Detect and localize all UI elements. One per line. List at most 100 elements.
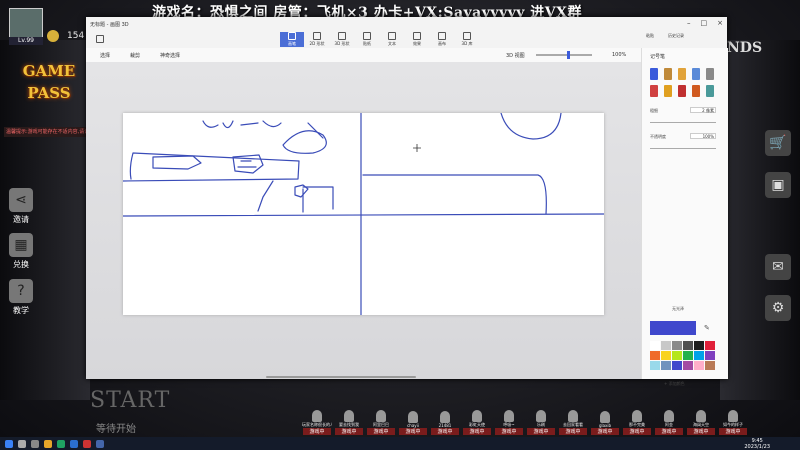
color-swatch[interactable] bbox=[650, 351, 660, 360]
player-silhouette-icon bbox=[728, 410, 738, 422]
tutorial-button[interactable]: ? bbox=[9, 279, 33, 303]
paint-3d-icon[interactable] bbox=[96, 439, 104, 448]
explorer-icon[interactable] bbox=[44, 439, 52, 448]
tab-brushes[interactable]: 画笔 bbox=[280, 32, 304, 47]
pen-brush-icon[interactable] bbox=[664, 68, 672, 80]
magic-select-tool[interactable]: 神奇选择 bbox=[160, 52, 180, 59]
color-swatch[interactable] bbox=[705, 361, 715, 370]
crop-tool[interactable]: 裁剪 bbox=[130, 52, 140, 59]
sticker-icon bbox=[363, 32, 371, 40]
color-swatch[interactable] bbox=[661, 341, 671, 350]
settings-button[interactable]: ⚙ bbox=[765, 295, 791, 321]
player-status: 游戏中 bbox=[559, 428, 587, 435]
pencil-icon[interactable] bbox=[650, 85, 658, 97]
zoom-slider-thumb[interactable] bbox=[567, 51, 570, 59]
thickness-slider[interactable] bbox=[650, 122, 716, 123]
eraser-icon[interactable] bbox=[692, 85, 700, 97]
history-button[interactable]: 历史记录 bbox=[668, 33, 684, 39]
tab-effects[interactable]: 效果 bbox=[405, 32, 429, 47]
player-slot[interactable]: 海阔天空 游戏中 bbox=[686, 405, 716, 435]
maximize-icon[interactable]: □ bbox=[701, 19, 708, 27]
player-slot[interactable]: 玩家名称很长的人 游戏中 bbox=[302, 405, 332, 435]
card-icon: ▣ bbox=[771, 177, 785, 193]
player-slot[interactable]: 如今的样子 游戏中 bbox=[718, 405, 748, 435]
player-slot[interactable]: 21481 游戏中 bbox=[430, 405, 460, 435]
color-swatch[interactable] bbox=[694, 361, 704, 370]
color-swatch[interactable] bbox=[705, 341, 715, 350]
app-icon[interactable] bbox=[70, 439, 78, 448]
oil-brush-icon[interactable] bbox=[678, 68, 686, 80]
color-swatch[interactable] bbox=[650, 361, 660, 370]
chrome-icon[interactable] bbox=[57, 439, 65, 448]
game-pass-logo[interactable]: GAME PASS bbox=[16, 60, 82, 120]
player-slot[interactable]: chayii 游戏中 bbox=[398, 405, 428, 435]
close-icon[interactable]: × bbox=[717, 19, 723, 27]
color-swatch[interactable] bbox=[650, 341, 660, 350]
tab-2d-shapes[interactable]: 2D 形状 bbox=[305, 32, 329, 47]
player-slot[interactable]: 去回家看看 游戏中 bbox=[558, 405, 588, 435]
player-slot[interactable]: 要去找到我 游戏中 bbox=[334, 405, 364, 435]
color-swatch[interactable] bbox=[683, 361, 693, 370]
tab-stickers[interactable]: 贴纸 bbox=[355, 32, 379, 47]
opacity-slider[interactable] bbox=[650, 148, 716, 149]
color-swatch[interactable] bbox=[683, 351, 693, 360]
player-slot[interactable]: 阿里巴巴 游戏中 bbox=[366, 405, 396, 435]
drawing-canvas[interactable] bbox=[122, 112, 605, 316]
player-slot[interactable]: 彩虹天使 游戏中 bbox=[462, 405, 492, 435]
start-menu-icon[interactable] bbox=[5, 439, 13, 448]
color-swatch[interactable] bbox=[694, 341, 704, 350]
opacity-value[interactable]: 100% bbox=[690, 133, 716, 139]
add-color-button[interactable]: + 添加颜色 bbox=[664, 381, 685, 387]
player-status: 游戏中 bbox=[591, 428, 619, 435]
crayon-icon[interactable] bbox=[664, 85, 672, 97]
app-icon[interactable] bbox=[83, 439, 91, 448]
player-slot[interactable]: 那不完美 游戏中 bbox=[622, 405, 652, 435]
system-clock[interactable]: 9:45 2023/1/23 bbox=[744, 438, 770, 450]
menu-button[interactable] bbox=[88, 32, 112, 47]
redeem-button[interactable]: ▦ bbox=[9, 233, 33, 257]
fill-icon[interactable] bbox=[706, 85, 714, 97]
window-titlebar[interactable]: 无标题 - 画图 3D – □ × bbox=[86, 17, 727, 31]
color-swatch[interactable] bbox=[661, 361, 671, 370]
color-swatch[interactable] bbox=[705, 351, 715, 360]
redeem-label: 兑换 bbox=[13, 260, 29, 269]
tab-canvas[interactable]: 画布 bbox=[430, 32, 454, 47]
eyedropper-icon[interactable]: ✎ bbox=[704, 324, 710, 332]
card-button[interactable]: ▣ bbox=[765, 172, 791, 198]
zoom-slider[interactable] bbox=[536, 54, 592, 56]
spray-icon[interactable] bbox=[678, 85, 686, 97]
cart-icon: 🛒 bbox=[769, 135, 787, 151]
player-avatar[interactable] bbox=[9, 8, 43, 40]
tab-label: 2D 形状 bbox=[309, 41, 325, 46]
task-view-icon[interactable] bbox=[31, 439, 39, 448]
brush-side-panel: 记号笔 粗细 2 像素 不透明度 100% 无光泽 ✎ + 添加颜色 bbox=[641, 48, 728, 386]
view-3d-toggle[interactable]: 3D 视图 bbox=[506, 52, 525, 59]
color-swatch[interactable] bbox=[661, 351, 671, 360]
player-slot[interactable]: glaxib 游戏中 bbox=[590, 405, 620, 435]
player-slot[interactable]: 呼吸~ 游戏中 bbox=[494, 405, 524, 435]
player-slot[interactable]: 乐刷 游戏中 bbox=[526, 405, 556, 435]
paste-button[interactable]: 粘贴 bbox=[646, 33, 654, 39]
pixel-pen-icon[interactable] bbox=[706, 68, 714, 80]
color-swatch[interactable] bbox=[672, 341, 682, 350]
marker-brush-icon[interactable] bbox=[650, 68, 658, 80]
color-swatch[interactable] bbox=[694, 351, 704, 360]
thickness-value[interactable]: 2 像素 bbox=[690, 107, 716, 113]
shop-button[interactable]: 🛒 bbox=[765, 130, 791, 156]
invite-button[interactable]: ⋖ bbox=[9, 188, 33, 212]
player-slot[interactable]: 阿金 游戏中 bbox=[654, 405, 684, 435]
tab-text[interactable]: 文本 bbox=[380, 32, 404, 47]
tab-3d-shapes[interactable]: 3D 形状 bbox=[330, 32, 354, 47]
color-swatch[interactable] bbox=[683, 341, 693, 350]
start-button[interactable]: START bbox=[90, 388, 170, 413]
select-tool[interactable]: 选择 bbox=[100, 52, 110, 59]
horizontal-scrollbar[interactable] bbox=[266, 376, 416, 378]
tab-3d-library[interactable]: 3D 库 bbox=[455, 32, 479, 47]
color-swatch[interactable] bbox=[672, 351, 682, 360]
finish-label[interactable]: 无光泽 bbox=[672, 306, 684, 312]
mail-button[interactable]: ✉ bbox=[765, 254, 791, 280]
search-icon[interactable] bbox=[18, 439, 26, 448]
color-swatch[interactable] bbox=[672, 361, 682, 370]
minimize-icon[interactable]: – bbox=[687, 19, 691, 27]
watercolor-brush-icon[interactable] bbox=[692, 68, 700, 80]
